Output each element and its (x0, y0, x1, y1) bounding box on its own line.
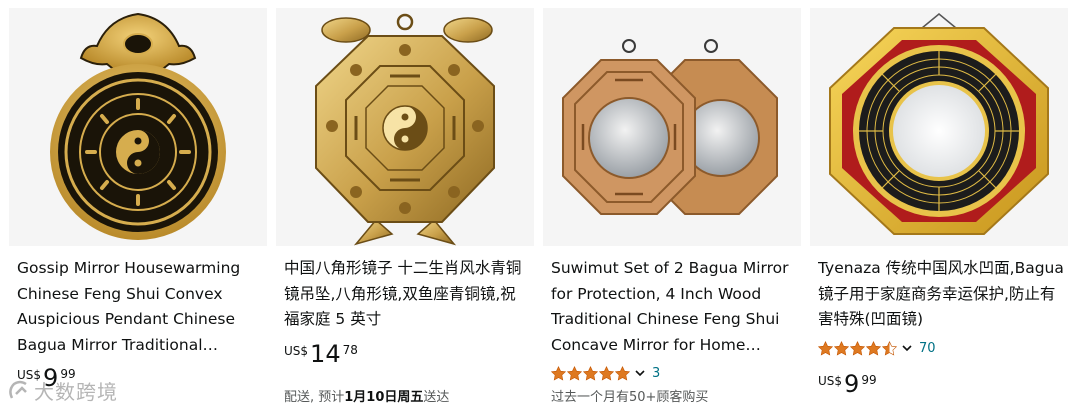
rating-count[interactable]: 70 (919, 341, 936, 356)
price-fraction: 78 (342, 343, 358, 357)
rating-row[interactable]: 3 (551, 364, 660, 382)
watermark-logo-icon (9, 380, 27, 399)
star-full-icon (567, 365, 582, 380)
product-title[interactable]: Gossip Mirror Housewarming Chinese Feng … (17, 256, 263, 358)
star-full-icon (583, 365, 598, 380)
product-card[interactable]: Gossip Mirror Housewarming Chinese Feng … (9, 0, 267, 411)
star-rating[interactable] (818, 340, 898, 356)
star-full-icon (850, 340, 865, 355)
price-whole: 9 (844, 370, 860, 398)
watermark-text: 大数跨境 (34, 380, 118, 404)
star-full-icon (866, 340, 881, 355)
product-card[interactable]: 中国八角形镜子 十二生肖风水青铜镜吊坠,八角形镜,双鱼座青铜镜,祝福家庭 5 英… (276, 0, 534, 411)
sales-note: 过去一个月有50+顾客购买 (551, 390, 709, 405)
price-symbol: US$ (284, 344, 309, 358)
price-fraction: 99 (861, 373, 877, 387)
gold-bagua-mirror-icon (829, 13, 1049, 235)
wooden-mirrors-icon (562, 39, 778, 215)
product-image[interactable] (543, 8, 801, 246)
delivery-info: 配送, 预计1月10日周五送达 (284, 386, 449, 405)
product-title[interactable]: 中国八角形镜子 十二生肖风水青铜镜吊坠,八角形镜,双鱼座青铜镜,祝福家庭 5 英… (284, 256, 530, 333)
product-image[interactable] (9, 8, 267, 246)
star-half-icon (882, 340, 897, 355)
star-full-icon (599, 365, 614, 380)
product-price: US$ 9 99 (818, 370, 877, 398)
chevron-down-icon[interactable] (901, 342, 913, 354)
delivery-date: 1月10日周五 (344, 390, 424, 405)
star-full-icon (551, 365, 566, 380)
bagua-pendant-icon (50, 12, 226, 240)
brass-mirror-icon (315, 13, 495, 246)
product-image[interactable] (276, 8, 534, 246)
rating-row[interactable]: 70 (818, 339, 936, 357)
chevron-down-icon[interactable] (634, 367, 646, 379)
star-full-icon (615, 365, 630, 380)
product-price: US$ 14 78 (284, 340, 358, 368)
product-card[interactable]: Tyenaza 传统中国风水凹面,Bagua 镜子用于家庭商务幸运保护,防止有害… (810, 0, 1068, 411)
product-title[interactable]: Suwimut Set of 2 Bagua Mirror for Protec… (551, 256, 797, 358)
price-symbol: US$ (818, 374, 843, 388)
product-title[interactable]: Tyenaza 传统中国风水凹面,Bagua 镜子用于家庭商务幸运保护,防止有害… (818, 256, 1064, 333)
rating-count[interactable]: 3 (652, 366, 660, 381)
delivery-suffix: 送达 (423, 390, 450, 405)
delivery-prefix: 配送, 预计 (284, 390, 345, 405)
product-card[interactable]: Suwimut Set of 2 Bagua Mirror for Protec… (543, 0, 801, 411)
star-full-icon (818, 340, 833, 355)
watermark: 大数跨境 (6, 376, 118, 405)
price-whole: 14 (310, 340, 341, 368)
star-full-icon (834, 340, 849, 355)
product-image[interactable] (810, 8, 1068, 246)
star-rating[interactable] (551, 365, 631, 381)
product-grid: Gossip Mirror Housewarming Chinese Feng … (0, 0, 1080, 411)
